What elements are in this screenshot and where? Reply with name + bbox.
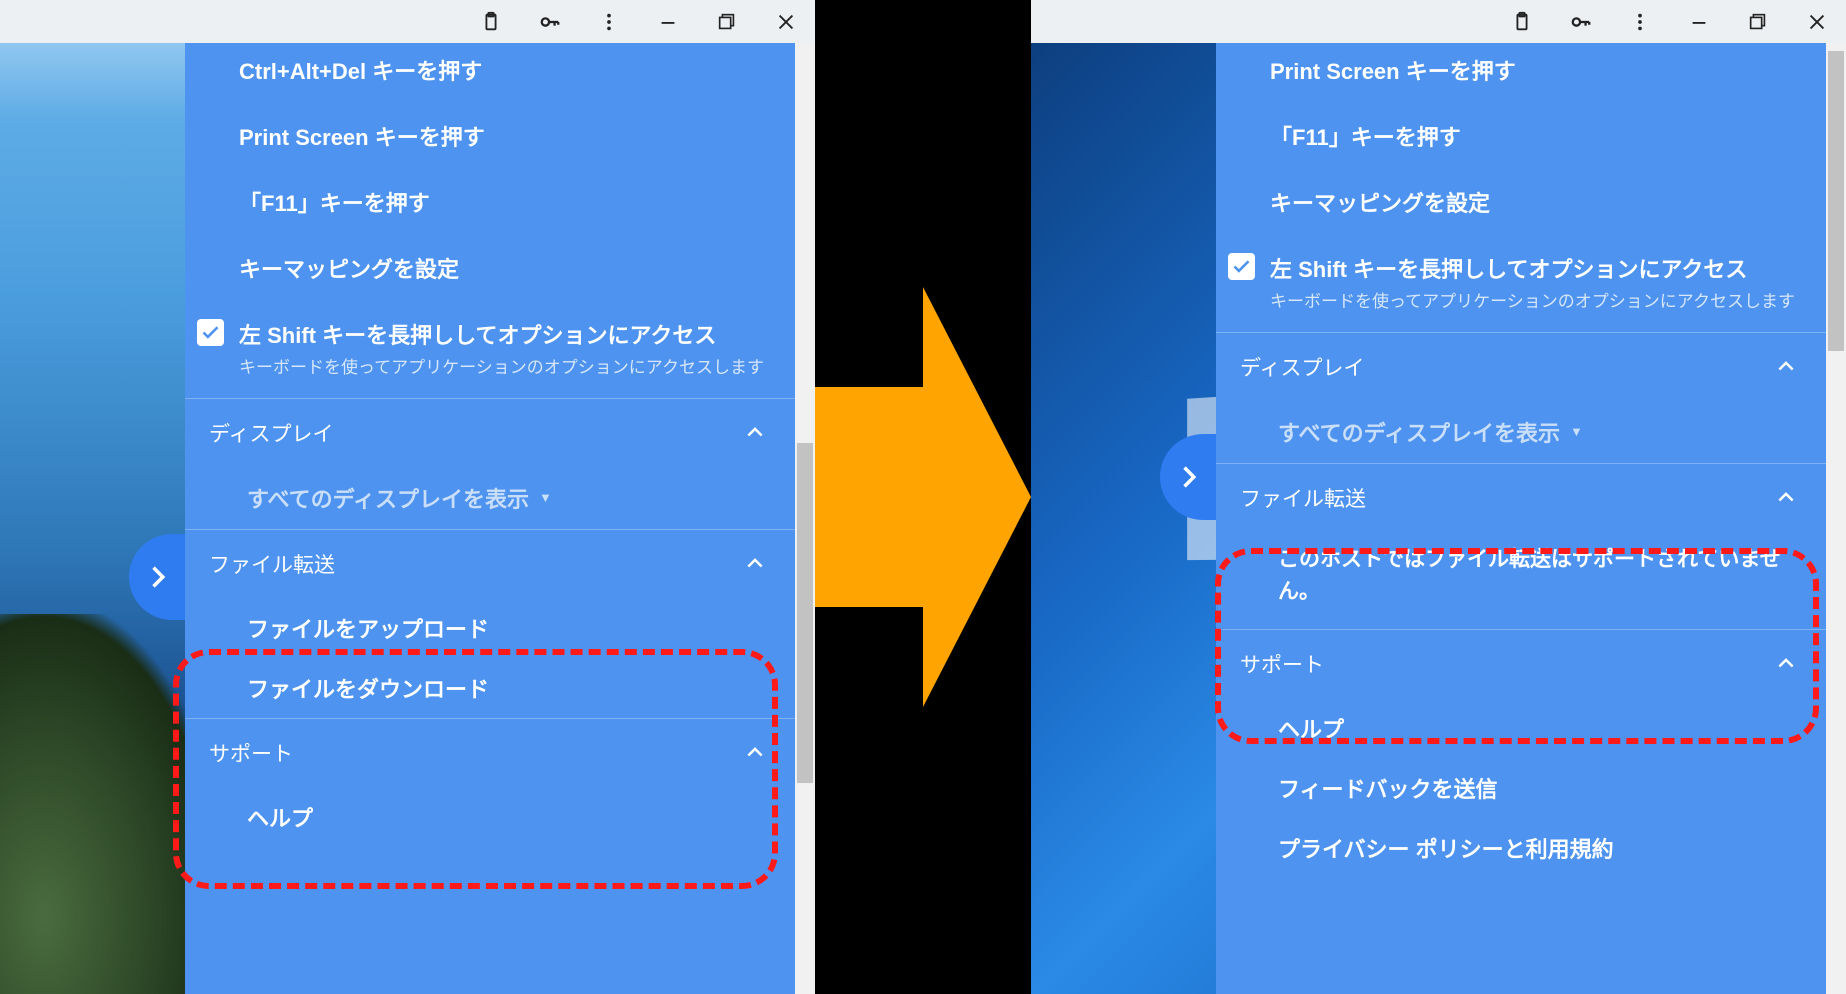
support-section-label: サポート: [1240, 649, 1324, 679]
support-section-header[interactable]: サポート: [1216, 629, 1826, 698]
shift-access-item[interactable]: 左 Shift キーを長押ししてオプションにアクセス キーボードを使ってアプリケ…: [185, 301, 795, 398]
shift-access-sublabel: キーボードを使ってアプリケーションのオプションにアクセスします: [239, 356, 765, 381]
minimize-button[interactable]: [1669, 0, 1728, 43]
checkbox-checked-icon[interactable]: [1228, 253, 1255, 280]
chevron-up-icon: [745, 423, 765, 443]
all-displays-item[interactable]: すべてのディスプレイを表示 ▼: [185, 467, 795, 529]
file-upload-item[interactable]: ファイルをアップロード: [185, 598, 795, 658]
options-panel: Print Screen キーを押す 「F11」キーを押す キーマッピングを設定…: [1216, 43, 1826, 994]
scrollbar-thumb[interactable]: [1828, 51, 1844, 351]
key-mapping-item[interactable]: キーマッピングを設定: [1216, 169, 1826, 235]
shift-access-sublabel: キーボードを使ってアプリケーションのオプションにアクセスします: [1270, 290, 1796, 315]
checkbox-checked-icon[interactable]: [197, 319, 224, 346]
chevron-up-icon: [1776, 654, 1796, 674]
help-item[interactable]: ヘルプ: [1216, 698, 1826, 758]
privacy-item[interactable]: プライバシー ポリシーと利用規約: [1216, 818, 1826, 878]
transition-arrow-icon: [815, 0, 1031, 994]
close-button[interactable]: [756, 0, 815, 43]
file-transfer-unsupported-message: このホストではファイル転送はサポートされていません。: [1216, 532, 1826, 629]
display-section-header[interactable]: ディスプレイ: [185, 398, 795, 467]
minimize-button[interactable]: [638, 0, 697, 43]
clipboard-icon[interactable]: [461, 0, 520, 43]
close-button[interactable]: [1787, 0, 1846, 43]
all-displays-label: すべてのディスプレイを表示: [1278, 416, 1560, 448]
dropdown-triangle-icon: ▼: [539, 490, 552, 505]
shift-access-label: 左 Shift キーを長押ししてオプションにアクセス: [1270, 257, 1747, 282]
maximize-button[interactable]: [697, 0, 756, 43]
all-displays-label: すべてのディスプレイを表示: [247, 482, 529, 514]
options-panel: Ctrl+Alt+Del キーを押す Print Screen キーを押す 「F…: [185, 43, 795, 994]
file-download-item[interactable]: ファイルをダウンロード: [185, 658, 795, 718]
key-mapping-item[interactable]: キーマッピングを設定: [185, 235, 795, 301]
all-displays-item[interactable]: すべてのディスプレイを表示 ▼: [1216, 401, 1826, 463]
scrollbar-track[interactable]: [795, 43, 815, 994]
f11-item[interactable]: 「F11」キーを押す: [185, 169, 795, 235]
window-titlebar: [0, 0, 815, 43]
chevron-up-icon: [1776, 488, 1796, 508]
display-section-label: ディスプレイ: [209, 418, 334, 448]
display-section-label: ディスプレイ: [1240, 352, 1365, 382]
shift-access-label: 左 Shift キーを長押ししてオプションにアクセス: [239, 323, 716, 348]
ctrl-alt-del-item[interactable]: Ctrl+Alt+Del キーを押す: [185, 43, 795, 103]
more-menu-icon[interactable]: [1610, 0, 1669, 43]
shift-access-item[interactable]: 左 Shift キーを長押ししてオプションにアクセス キーボードを使ってアプリケ…: [1216, 235, 1826, 332]
scrollbar-track[interactable]: [1826, 43, 1846, 994]
support-section-header[interactable]: サポート: [185, 718, 795, 787]
chevron-up-icon: [1776, 357, 1796, 377]
display-section-header[interactable]: ディスプレイ: [1216, 332, 1826, 401]
scrollbar-thumb[interactable]: [797, 443, 813, 783]
support-section-label: サポート: [209, 738, 293, 768]
file-transfer-section-header[interactable]: ファイル転送: [185, 529, 795, 598]
chevron-up-icon: [745, 743, 765, 763]
key-icon[interactable]: [1551, 0, 1610, 43]
chevron-up-icon: [745, 554, 765, 574]
dropdown-triangle-icon: ▼: [1570, 424, 1583, 439]
file-transfer-section-header[interactable]: ファイル転送: [1216, 463, 1826, 532]
key-icon[interactable]: [520, 0, 579, 43]
maximize-button[interactable]: [1728, 0, 1787, 43]
file-transfer-section-label: ファイル転送: [209, 549, 335, 579]
print-screen-item[interactable]: Print Screen キーを押す: [1216, 43, 1826, 103]
file-transfer-section-label: ファイル転送: [1240, 483, 1366, 513]
window-titlebar: [1031, 0, 1846, 43]
print-screen-item[interactable]: Print Screen キーを押す: [185, 103, 795, 169]
clipboard-icon[interactable]: [1492, 0, 1551, 43]
more-menu-icon[interactable]: [579, 0, 638, 43]
feedback-item[interactable]: フィードバックを送信: [1216, 758, 1826, 818]
f11-item[interactable]: 「F11」キーを押す: [1216, 103, 1826, 169]
help-item[interactable]: ヘルプ: [185, 787, 795, 861]
